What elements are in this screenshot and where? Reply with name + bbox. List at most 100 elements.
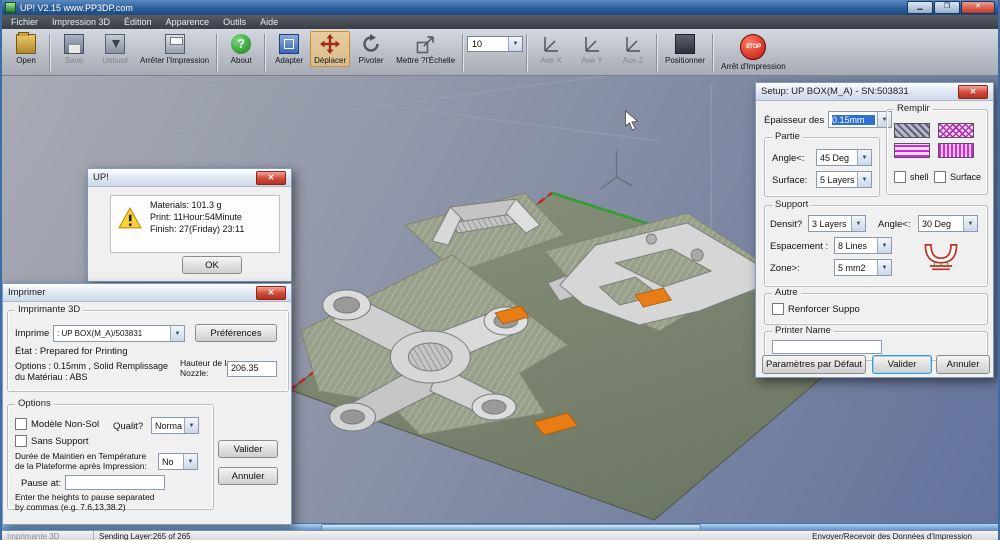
toolbar-separator [462, 34, 465, 72]
move-label: Déplacer [314, 56, 347, 65]
no-support-checkbox[interactable]: Sans Support [15, 435, 89, 447]
chevron-down-icon: ▼ [963, 216, 977, 231]
about-button[interactable]: About [221, 31, 261, 67]
save-button[interactable]: Save [54, 31, 94, 67]
fill-pattern-crosshatch-icon[interactable] [938, 123, 974, 138]
axis-x-button[interactable]: Axe X [531, 31, 571, 67]
reinforce-support-checkbox[interactable]: Renforcer Suppo [772, 303, 860, 315]
scale-button[interactable]: Mettre ?l'Échelle [392, 31, 459, 67]
print-options-text-2: du Matériau : ABS [15, 372, 88, 382]
menu-outils[interactable]: Outils [216, 15, 253, 29]
density-value: 3 Layers [812, 218, 847, 229]
part-angle-select[interactable]: 45 Deg ▼ [816, 149, 872, 166]
printer-select-value: : UP BOX(M_A)/503831 [57, 329, 143, 338]
scale-value-select[interactable]: 10 ▼ [467, 36, 524, 52]
pause-at-label: Pause at: [21, 478, 62, 489]
surface-checkbox[interactable]: Surface [934, 171, 981, 183]
layer-thickness-label: Épaisseur des [764, 115, 825, 126]
print-cancel-button[interactable]: Annuler [218, 467, 278, 485]
menu-edition[interactable]: Édition [117, 15, 159, 29]
toolbar-separator [656, 34, 659, 72]
layer-thickness-value: 0.15mm [832, 114, 875, 125]
spacing-value: 8 Lines [838, 240, 868, 251]
area-value: 5 mm2 [838, 262, 866, 273]
open-button[interactable]: Open [6, 31, 46, 67]
fill-pattern-solid-icon[interactable] [894, 123, 930, 138]
menu-impression-3d[interactable]: Impression 3D [45, 15, 117, 29]
unload-icon [105, 34, 125, 54]
ok-button[interactable]: OK [182, 256, 242, 274]
pause-at-input[interactable] [65, 475, 165, 490]
setup-dialog-close-icon[interactable]: ✕ [958, 84, 988, 99]
checkbox-icon [15, 418, 27, 430]
nozzle-height-input[interactable]: 206.35 [227, 361, 277, 377]
minimize-button[interactable]: ▁ [907, 1, 933, 14]
support-preview-icon [924, 244, 958, 271]
move-icon [320, 34, 341, 54]
setup-dialog-titlebar[interactable]: Setup: UP BOX(M_A) - SN:503831 ✕ [756, 83, 993, 101]
chevron-down-icon: ▼ [851, 216, 865, 231]
move-button[interactable]: Déplacer [310, 31, 351, 67]
menu-apparence[interactable]: Apparence [159, 15, 217, 29]
axis-y-button[interactable]: Axe Y [572, 31, 612, 67]
axis-y-label: Axe Y [581, 56, 603, 65]
message-dialog: UP! ✕ Materials: 101.3 g Print: 11Hour:5… [87, 168, 292, 282]
toolbar-separator [712, 34, 715, 72]
place-button[interactable]: Positionner [661, 31, 709, 67]
shell-checkbox[interactable]: shell [894, 171, 929, 183]
maximize-button[interactable]: ❐ [934, 1, 960, 14]
save-label: Save [64, 56, 84, 65]
platform-keep-select[interactable]: No ▼ [158, 453, 198, 470]
preferences-button[interactable]: Préférences [195, 324, 277, 342]
setup-cancel-button[interactable]: Annuler [936, 355, 990, 374]
checkbox-icon [934, 171, 946, 183]
toolbar: Open Save Unload Arrêter l'Impression Ab… [2, 29, 998, 76]
finish-time-text: Finish: 27(Friday) 23:11 [150, 224, 245, 234]
message-dialog-close-icon[interactable]: ✕ [256, 170, 286, 185]
menu-fichier[interactable]: Fichier [4, 15, 45, 29]
checkbox-icon [772, 303, 784, 315]
defaults-button[interactable]: Paramètres par Défaut [762, 355, 866, 374]
status-right-text: Envoyer/Recevoir des Données d'Impressio… [812, 531, 972, 540]
print-dialog-close-icon[interactable]: ✕ [256, 285, 286, 300]
spacing-select[interactable]: 8 Lines ▼ [834, 237, 892, 254]
open-label: Open [16, 56, 36, 65]
layer-thickness-select[interactable]: 0.15mm ▼ [828, 111, 892, 128]
setup-ok-button[interactable]: Valider [872, 355, 932, 374]
axis-z-icon [623, 34, 643, 54]
print-dialog-titlebar[interactable]: Imprimer ✕ [3, 284, 291, 302]
status-printer-section: Imprimante 3D [2, 531, 94, 540]
support-angle-value: 30 Deg [922, 218, 952, 229]
message-dialog-titlebar[interactable]: UP! ✕ [88, 169, 291, 187]
fit-button[interactable]: Adapter [269, 31, 309, 67]
area-select[interactable]: 5 mm2 ▼ [834, 259, 892, 276]
axis-z-button[interactable]: Axe Z [613, 31, 653, 67]
about-icon [231, 34, 252, 54]
support-angle-select[interactable]: 30 Deg ▼ [918, 215, 978, 232]
printer-name-input[interactable] [772, 340, 882, 354]
print-dialog: Imprimer ✕ Imprimante 3D Imprime : UP BO… [2, 283, 292, 525]
no-raft-checkbox[interactable]: Modèle Non-Sol [15, 418, 99, 430]
part-group-label: Partie [772, 131, 803, 142]
title-bar[interactable]: UP! V2.15 www.PP3DP.com ▁ ❐ ✕ [2, 0, 998, 15]
fill-pattern-dense-icon[interactable] [938, 143, 974, 158]
print-ok-button[interactable]: Valider [218, 440, 278, 458]
window-controls: ▁ ❐ ✕ [907, 1, 995, 14]
density-select[interactable]: 3 Layers ▼ [808, 215, 866, 232]
part-surface-select[interactable]: 5 Layers ▼ [816, 171, 872, 188]
stop-print-button[interactable]: Arrêter l'Impression [136, 31, 213, 67]
setup-dialog-title: Setup: UP BOX(M_A) - SN:503831 [761, 86, 909, 97]
close-button[interactable]: ✕ [961, 1, 995, 14]
options-group-label: Options [15, 398, 54, 409]
platform-keep-label-2: de la Plateforme après Impression: [15, 461, 147, 471]
toolbar-separator [216, 34, 219, 72]
emergency-stop-button[interactable]: STOP Arrêt d'Impression [717, 31, 790, 73]
nozzle-height-label-1: Hauteur de la [180, 358, 232, 368]
unload-button[interactable]: Unload [95, 31, 135, 67]
menu-aide[interactable]: Aide [253, 15, 285, 29]
quality-select[interactable]: Normal ▼ [151, 417, 199, 434]
printer-select[interactable]: : UP BOX(M_A)/503831 ▼ [53, 325, 185, 342]
rotate-button[interactable]: Pivoter [351, 31, 391, 67]
area-label: Zone>: [770, 263, 800, 274]
fill-pattern-lines-icon[interactable] [894, 143, 930, 158]
